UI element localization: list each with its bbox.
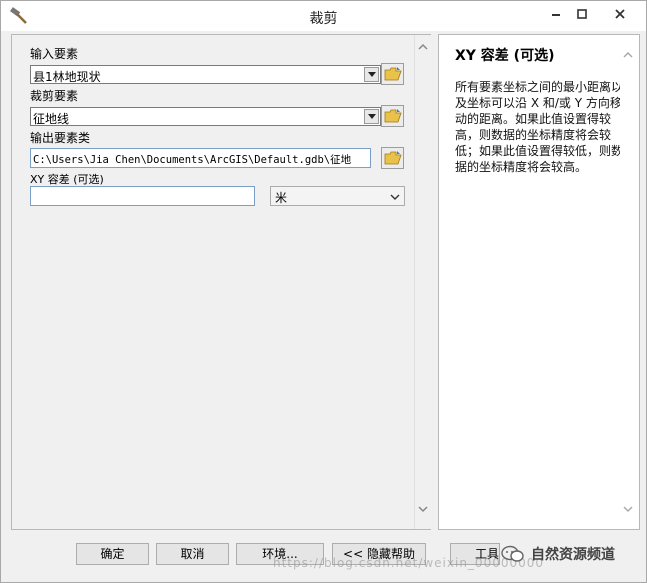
help-title: XY 容差 (可选): [455, 48, 555, 64]
output-browse-button[interactable]: [381, 147, 404, 169]
folder-open-icon: [384, 109, 402, 123]
unit-select[interactable]: 米: [270, 186, 405, 206]
unit-value: 米: [275, 191, 288, 205]
input-browse-button[interactable]: [381, 63, 404, 85]
clip-features-label: 裁剪要素: [30, 89, 79, 103]
close-button[interactable]: [597, 5, 642, 23]
input-features-value: 县1林地现状: [33, 70, 101, 84]
help-pane: XY 容差 (可选) 所有要素坐标之间的最小距离以及坐标可以沿 X 和/或 Y …: [438, 34, 640, 530]
parameters-scrollbar[interactable]: [414, 35, 431, 529]
folder-open-icon: [384, 151, 402, 165]
cancel-button[interactable]: 取消: [156, 543, 229, 565]
scroll-down-icon[interactable]: [415, 501, 431, 517]
scroll-down-icon[interactable]: [620, 501, 636, 517]
maximize-button[interactable]: [571, 5, 593, 23]
folder-open-icon: [384, 67, 402, 81]
clip-browse-button[interactable]: [381, 105, 404, 127]
chevron-down-icon[interactable]: [364, 109, 379, 124]
brand-text: 自然资源频道: [531, 547, 615, 563]
clip-features-combo[interactable]: 征地线: [30, 107, 381, 126]
scroll-up-icon[interactable]: [620, 47, 636, 63]
xy-tolerance-label: XY 容差 (可选): [30, 173, 104, 186]
clip-dialog: 裁剪 输入要素 县1林地现状 裁剪要素 征地线 输出要素类 C:\Users\J…: [0, 0, 647, 583]
help-body: 所有要素坐标之间的最小距离以及坐标可以沿 X 和/或 Y 方向移动的距离。如果此…: [455, 80, 624, 174]
output-feature-class-label: 输出要素类: [30, 131, 91, 145]
xy-tolerance-input[interactable]: [30, 186, 255, 206]
ok-button[interactable]: 确定: [76, 543, 149, 565]
wechat-icon: [501, 545, 524, 562]
output-feature-class-input[interactable]: C:\Users\Jia Chen\Documents\ArcGIS\Defau…: [30, 148, 371, 168]
clip-features-value: 征地线: [33, 112, 70, 126]
scroll-up-icon[interactable]: [415, 39, 431, 55]
chevron-down-icon[interactable]: [364, 67, 379, 82]
output-feature-class-value: C:\Users\Jia Chen\Documents\ArcGIS\Defau…: [33, 154, 352, 166]
minimize-button[interactable]: [545, 5, 567, 23]
title-bar: 裁剪: [1, 1, 646, 31]
chevron-down-icon[interactable]: [390, 190, 400, 204]
parameters-pane: 输入要素 县1林地现状 裁剪要素 征地线 输出要素类 C:\Users\Jia …: [11, 34, 431, 530]
help-scrollbar[interactable]: [620, 35, 637, 529]
wechat-watermark: 自然资源频道: [501, 543, 639, 565]
input-features-combo[interactable]: 县1林地现状: [30, 65, 381, 84]
input-features-label: 输入要素: [30, 47, 79, 61]
